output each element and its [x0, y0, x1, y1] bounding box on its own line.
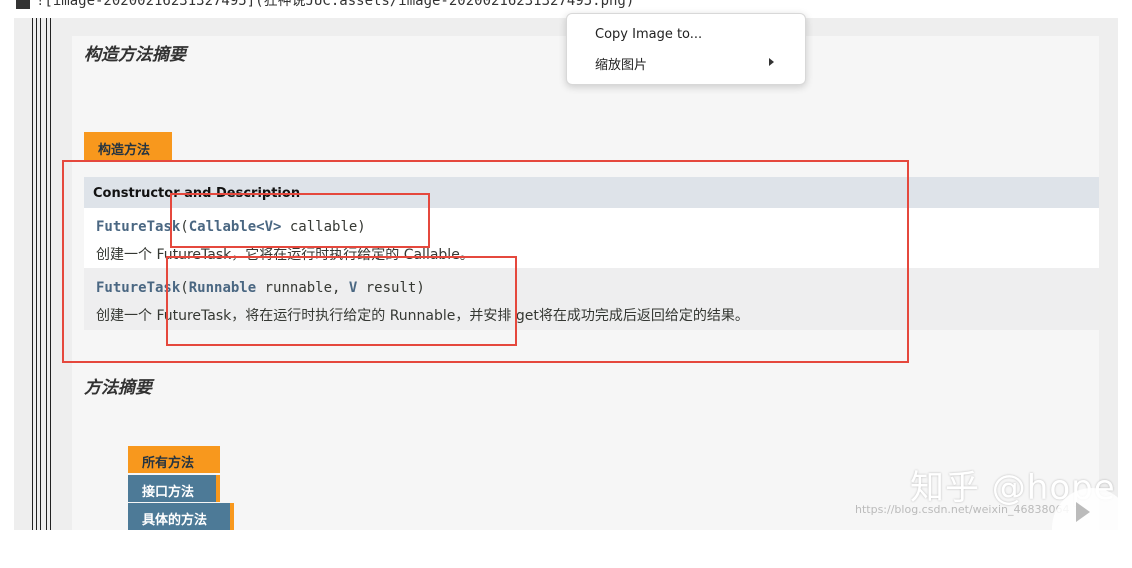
menu-item-zoom-image[interactable]: 缩放图片 — [595, 54, 647, 73]
markdown-source-line: ![image-20200216231327495](狂神说JUC.assets… — [0, 0, 1132, 14]
menu-item-copy-image[interactable]: Copy Image to... — [595, 27, 702, 42]
image-markdown-text: ![image-20200216231327495](狂神说JUC.assets… — [36, 0, 635, 9]
constructor-summary-heading: 构造方法摘要 — [84, 45, 186, 65]
frame-border-line — [32, 18, 33, 530]
method-summary-heading: 方法摘要 — [84, 378, 152, 398]
image-icon — [16, 0, 30, 9]
frame-border-line — [50, 18, 51, 530]
play-button[interactable] — [1052, 488, 1132, 568]
tab-constructors-label: 构造方法 — [98, 143, 151, 158]
highlight-box-callable — [170, 193, 430, 248]
tab-constructors[interactable]: 构造方法 — [84, 132, 172, 161]
frame-border-line — [40, 18, 41, 530]
tab-label: 接口方法 — [142, 485, 195, 500]
tab-label: 所有方法 — [142, 456, 195, 471]
submenu-arrow-icon — [769, 58, 774, 66]
tab-label: 具体的方法 — [142, 513, 208, 528]
highlight-box-runnable — [166, 256, 517, 346]
frame-border-line — [46, 18, 47, 530]
tab-all-methods[interactable]: 所有方法 — [128, 446, 220, 473]
tab-interface-methods[interactable]: 接口方法 — [128, 475, 220, 502]
tab-notch — [230, 503, 234, 530]
context-menu: Copy Image to... 缩放图片 — [566, 13, 806, 85]
play-icon — [1076, 502, 1090, 522]
tab-notch — [216, 475, 220, 502]
frame-border-line — [36, 18, 37, 530]
csdn-watermark: https://blog.csdn.net/weixin_46838064 — [855, 503, 1070, 516]
tab-concrete-methods[interactable]: 具体的方法 — [128, 503, 234, 530]
